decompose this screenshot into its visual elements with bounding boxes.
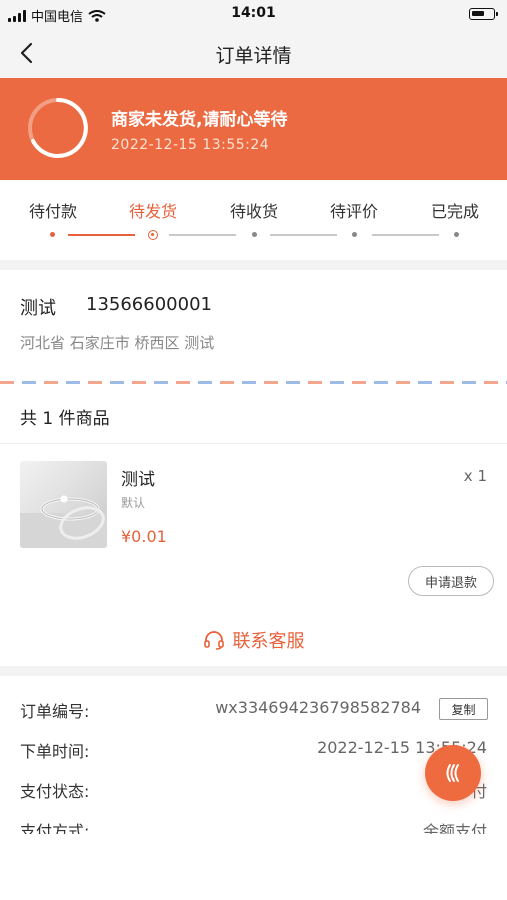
step-dot bbox=[252, 232, 257, 237]
status-bar: 中国电信 14:01 bbox=[0, 0, 507, 28]
product-quantity: x 1 bbox=[463, 467, 487, 485]
step-line bbox=[372, 234, 439, 236]
product-name: 测试 bbox=[121, 470, 155, 490]
battery-icon bbox=[469, 8, 498, 20]
banner-datetime: 2022-12-15 13:55:24 bbox=[111, 137, 270, 153]
step-dot bbox=[454, 232, 459, 237]
order-number-label: 订单编号: bbox=[20, 702, 90, 721]
loading-ring-icon bbox=[28, 98, 88, 158]
order-time-row: 下单时间: 2022-12-15 13:55:24 bbox=[20, 738, 487, 762]
step-pending-receipt: 待收货 bbox=[229, 202, 278, 221]
goods-count-header: 共 1 件商品 bbox=[20, 409, 110, 429]
page-title: 订单详情 bbox=[215, 45, 292, 67]
step-dot bbox=[352, 232, 357, 237]
collapse-arrows-icon bbox=[446, 764, 459, 782]
step-pending-shipment: 待发货 bbox=[128, 202, 177, 221]
order-progress: 待付款 待发货 待收货 待评价 已完成 bbox=[0, 180, 507, 260]
address-detail: 河北省 石家庄市 桥西区 测试 bbox=[20, 334, 215, 352]
section-gap bbox=[0, 260, 507, 270]
recipient-phone: 13566600001 bbox=[86, 294, 212, 315]
ring-product-image bbox=[20, 495, 107, 548]
contact-service-button[interactable]: 联系客服 bbox=[0, 624, 507, 656]
contact-service-label: 联系客服 bbox=[232, 631, 305, 652]
step-pending-payment: 待付款 bbox=[28, 202, 77, 221]
step-line bbox=[68, 234, 135, 236]
step-pending-review: 待评价 bbox=[329, 202, 378, 221]
envelope-divider bbox=[0, 381, 507, 384]
product-price: ¥0.01 bbox=[121, 527, 167, 546]
order-time-label: 下单时间: bbox=[20, 742, 90, 761]
product-image[interactable] bbox=[20, 461, 107, 548]
shipping-address: 测试 13566600001 河北省 石家庄市 桥西区 测试 bbox=[0, 270, 507, 380]
step-completed: 已完成 bbox=[430, 202, 479, 221]
divider bbox=[0, 443, 507, 444]
floating-menu-button[interactable] bbox=[425, 745, 481, 801]
payment-status-label: 支付状态: bbox=[20, 782, 90, 801]
step-dot-current bbox=[148, 229, 158, 240]
banner-title: 商家未发货,请耐心等待 bbox=[111, 110, 288, 130]
payment-status-row: 支付状态: 付 bbox=[20, 778, 487, 802]
copy-order-number-button[interactable]: 复制 bbox=[439, 698, 488, 720]
nav-bar: 订单详情 bbox=[0, 28, 507, 78]
product-spec: 默认 bbox=[121, 496, 146, 510]
order-number-row: 订单编号: wx334694236798582784 bbox=[20, 698, 487, 722]
step-dot bbox=[50, 232, 55, 237]
order-number-value: wx334694236798582784 bbox=[215, 698, 421, 717]
request-refund-button[interactable]: 申请退款 bbox=[408, 566, 494, 596]
step-line bbox=[169, 234, 236, 236]
recipient-name: 测试 bbox=[20, 298, 56, 319]
step-line bbox=[270, 234, 337, 236]
section-gap bbox=[0, 666, 507, 676]
clock: 14:01 bbox=[231, 5, 276, 21]
bottom-blank bbox=[0, 834, 507, 900]
order-status-banner: 商家未发货,请耐心等待 2022-12-15 13:55:24 bbox=[0, 78, 507, 180]
headset-icon bbox=[203, 631, 224, 650]
